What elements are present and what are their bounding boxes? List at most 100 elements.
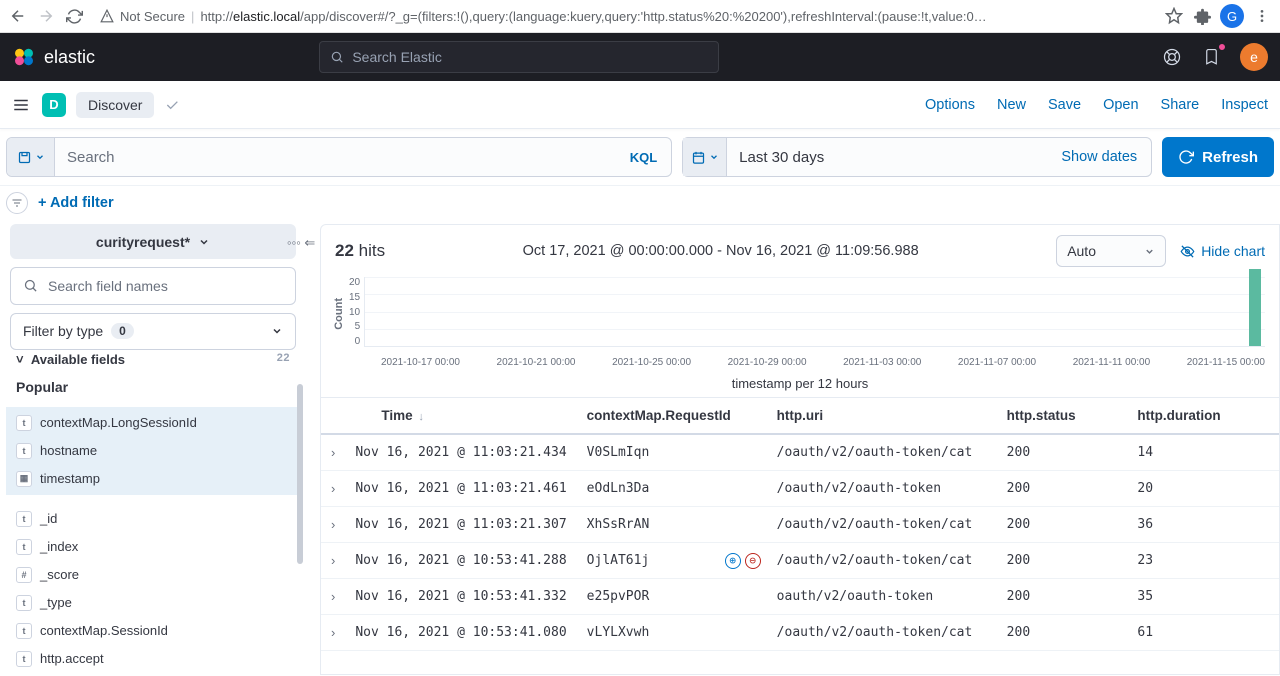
link-save[interactable]: Save [1048,97,1081,113]
field-item[interactable]: t_type [6,589,300,617]
query-lang-toggle[interactable]: KQL [616,150,671,165]
cell-duration: 23 [1127,543,1279,579]
field-item[interactable]: thttp.accept [6,645,300,673]
field-type-icon: t [16,443,32,459]
field-item[interactable]: #_score [6,561,300,589]
available-fields-row: ˅ Available fields22 [10,352,296,367]
index-pattern-select[interactable]: curityrequest* [10,224,296,259]
elastic-logo-icon [12,45,36,69]
warning-icon [100,9,114,23]
expand-row-icon[interactable]: › [321,543,345,579]
col-status[interactable]: http.status [997,398,1128,435]
cell-time: Nov 16, 2021 @ 11:03:21.461 [345,471,576,507]
filter-out-icon[interactable]: ⊖ [745,553,761,569]
filter-options-icon[interactable] [6,192,28,214]
sidebar-handles[interactable]: ◦◦◦ ⇐ [287,235,315,251]
field-item[interactable]: tcontextMap.LongSessionId [6,409,300,437]
expand-row-icon[interactable]: › [321,471,345,507]
nav-toggle-icon[interactable] [12,96,32,114]
show-dates-link[interactable]: Show dates [1047,149,1151,165]
field-item[interactable]: thostname [6,437,300,465]
field-type-icon: t [16,623,32,639]
search-icon [330,50,344,64]
app-badge[interactable]: D [42,93,66,117]
browser-menu-icon[interactable] [1252,6,1272,26]
cell-status: 200 [997,543,1128,579]
date-box: Last 30 days Show dates [682,137,1152,177]
cell-reqid: XhSsRrAN [577,507,767,543]
elastic-logo[interactable]: elastic [12,45,95,69]
table-row[interactable]: › Nov 16, 2021 @ 11:03:21.307 XhSsRrAN /… [321,507,1279,543]
cell-reqid: OjlAT61j⊕⊖ [577,543,767,579]
field-type-icon: ▦ [16,471,32,487]
chart-area[interactable] [364,277,1265,347]
url-bar[interactable]: Not Secure | http://elastic.local/app/di… [92,9,1156,24]
field-type-icon: t [16,539,32,555]
field-item[interactable]: ▦ timestamp [6,465,300,493]
filter-for-icon[interactable]: ⊕ [725,553,741,569]
query-input[interactable]: Search [55,149,616,166]
expand-row-icon[interactable]: › [321,434,345,471]
results-table: Time ↓ contextMap.RequestId http.uri htt… [321,397,1279,651]
link-inspect[interactable]: Inspect [1221,97,1268,113]
link-share[interactable]: Share [1161,97,1200,113]
expand-row-icon[interactable]: › [321,507,345,543]
field-item[interactable]: t_id [6,505,300,533]
date-picker-button[interactable] [683,138,727,176]
table-row[interactable]: › Nov 16, 2021 @ 10:53:41.080 vLYLXvwh /… [321,615,1279,651]
help-icon[interactable] [1160,45,1184,69]
table-row[interactable]: › Nov 16, 2021 @ 11:03:21.434 V0SLmIqn /… [321,434,1279,471]
col-duration[interactable]: http.duration [1127,398,1279,435]
cell-uri: oauth/v2/oauth-token [767,579,997,615]
col-uri[interactable]: http.uri [767,398,997,435]
chevron-down-icon [271,325,283,337]
main: curityrequest* ◦◦◦ ⇐ Search field names … [0,224,1280,675]
field-item[interactable]: t_index [6,533,300,561]
cell-time: Nov 16, 2021 @ 10:53:41.332 [345,579,576,615]
field-type-icon: # [16,567,32,583]
filter-type-select[interactable]: Filter by type0 [10,313,296,350]
col-reqid[interactable]: contextMap.RequestId [577,398,767,435]
cell-duration: 20 [1127,471,1279,507]
saved-query-button[interactable] [7,138,55,176]
app-links: Options New Save Open Share Inspect [925,97,1268,113]
field-name: http.accept [40,651,104,666]
chart-caption: timestamp per 12 hours [321,368,1279,397]
reload-icon[interactable] [64,6,84,26]
newsfeed-icon[interactable] [1200,45,1224,69]
user-avatar[interactable]: e [1240,43,1268,71]
breadcrumb-discover[interactable]: Discover [76,92,154,118]
link-options[interactable]: Options [925,97,975,113]
table-row[interactable]: › Nov 16, 2021 @ 10:53:41.332 e25pvPOR o… [321,579,1279,615]
interval-select[interactable]: Auto [1056,235,1166,267]
field-list: t_idt_index#_scoret_typetcontextMap.Sess… [6,503,300,675]
global-search-placeholder: Search Elastic [352,49,441,65]
refresh-button[interactable]: Refresh [1162,137,1274,177]
forward-icon[interactable] [36,6,56,26]
field-search-input[interactable]: Search field names [10,267,296,304]
cell-duration: 61 [1127,615,1279,651]
table-row[interactable]: › Nov 16, 2021 @ 10:53:41.288 OjlAT61j⊕⊖… [321,543,1279,579]
link-new[interactable]: New [997,97,1026,113]
back-icon[interactable] [8,6,28,26]
cell-reqid: eOdLn3Da [577,471,767,507]
add-filter-button[interactable]: + Add filter [38,195,114,211]
expand-row-icon[interactable]: › [321,579,345,615]
search-icon [23,278,38,293]
hide-chart-button[interactable]: Hide chart [1180,243,1265,259]
query-box: Search KQL [6,137,672,177]
sidebar-scrollbar[interactable] [297,384,303,564]
field-type-icon: t [16,415,32,431]
field-item[interactable]: tcontextMap.SessionId [6,617,300,645]
field-name: timestamp [40,471,100,486]
col-time[interactable]: Time ↓ [345,398,576,435]
browser-avatar[interactable]: G [1220,4,1244,28]
star-icon[interactable] [1164,6,1184,26]
date-range-text[interactable]: Last 30 days [727,149,1047,166]
global-search[interactable]: Search Elastic [319,41,719,73]
table-row[interactable]: › Nov 16, 2021 @ 11:03:21.461 eOdLn3Da /… [321,471,1279,507]
chevron-down-icon [35,152,45,162]
link-open[interactable]: Open [1103,97,1138,113]
extensions-icon[interactable] [1192,6,1212,26]
expand-row-icon[interactable]: › [321,615,345,651]
